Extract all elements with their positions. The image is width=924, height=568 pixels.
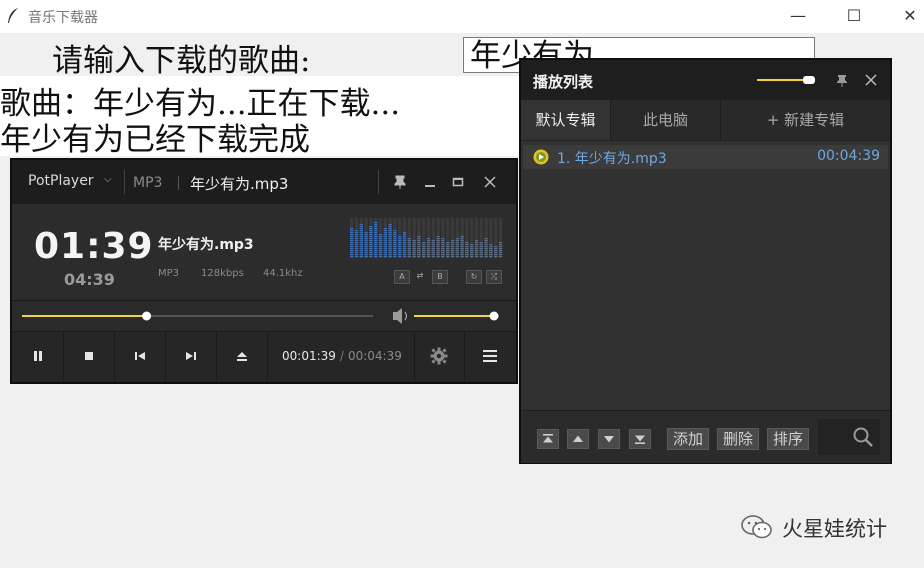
- gear-icon: [430, 347, 448, 365]
- wechat-icon: [741, 515, 772, 539]
- move-down-button[interactable]: [598, 429, 620, 449]
- equalizer-visualizer: [350, 218, 503, 258]
- playlist-title: 播放列表: [533, 73, 594, 91]
- maximize-button[interactable]: [446, 170, 470, 194]
- settings-button[interactable]: [414, 332, 464, 382]
- stop-button[interactable]: [65, 332, 115, 382]
- potplayer-header: PotPlayer ⌵ MP3 年少有为.mp3: [12, 160, 516, 204]
- meta-format: MP3: [158, 268, 180, 279]
- move-top-button[interactable]: [537, 429, 559, 449]
- close-icon: [484, 176, 496, 188]
- tab-default-album[interactable]: 默认专辑: [521, 100, 611, 140]
- feather-icon: [8, 8, 18, 23]
- previous-button[interactable]: [116, 332, 166, 382]
- move-up-button[interactable]: [567, 429, 589, 449]
- loop-icon[interactable]: ↻: [466, 270, 482, 284]
- total-time: 04:39: [64, 270, 115, 289]
- pin-icon: [394, 175, 406, 189]
- stop-icon: [85, 352, 93, 360]
- now-playing-icon: [533, 149, 549, 165]
- watermark-text: 火星娃统计: [782, 517, 887, 541]
- file-name: 年少有为.mp3: [190, 175, 289, 193]
- move-up-icon: [573, 435, 583, 442]
- menu-button[interactable]: [464, 332, 514, 382]
- now-playing-panel: 01:39 04:39 年少有为.mp3 MP3 128kbps 44.1khz…: [12, 204, 516, 300]
- list-item[interactable]: 1. 年少有为.mp3 00:04:39: [523, 145, 888, 169]
- seek-controls: [22, 308, 499, 324]
- delete-button[interactable]: 删除: [717, 428, 760, 450]
- minimize-icon: [425, 185, 435, 187]
- minimize-button[interactable]: [418, 170, 442, 194]
- playback-time-total: 00:04:39: [347, 349, 402, 363]
- playlist-footer: 添加 删除 排序: [521, 410, 890, 463]
- track-title: 年少有为.mp3: [158, 237, 254, 253]
- pin-button[interactable]: [388, 170, 412, 194]
- list-item-title: 1. 年少有为.mp3: [557, 151, 667, 167]
- next-icon: [186, 352, 196, 360]
- current-time: 01:39: [34, 226, 154, 267]
- sort-button[interactable]: 排序: [767, 428, 810, 450]
- tab-this-pc[interactable]: 此电脑: [611, 100, 721, 140]
- move-bottom-icon: [635, 435, 645, 444]
- transport-controls: 00:01:39/00:04:39: [12, 332, 516, 382]
- menu-icon: [483, 350, 497, 362]
- eject-button[interactable]: [218, 332, 268, 382]
- search-button[interactable]: [818, 419, 880, 455]
- chevron-down-icon[interactable]: ⌵: [104, 174, 112, 185]
- playback-time: 00:01:39/00:04:39: [282, 349, 402, 363]
- add-button[interactable]: 添加: [667, 428, 710, 450]
- maximize-icon: [452, 177, 464, 187]
- pause-button[interactable]: [14, 332, 64, 382]
- move-top-icon: [543, 434, 553, 443]
- next-button[interactable]: [167, 332, 217, 382]
- b-button[interactable]: B: [432, 270, 448, 284]
- close-button[interactable]: ✕: [890, 4, 924, 28]
- playlist-tabs: 默认专辑 此电脑 + 新建专辑: [521, 100, 890, 141]
- close-button[interactable]: [478, 170, 502, 194]
- meta-samplerate: 44.1khz: [263, 268, 303, 279]
- eject-icon: [237, 352, 247, 361]
- time-separator: /: [339, 349, 344, 363]
- potplayer-menu[interactable]: PotPlayer: [28, 173, 94, 189]
- search-icon: [853, 427, 873, 447]
- opacity-slider[interactable]: [755, 73, 825, 87]
- title-bar: 音乐下载器 — ☐ ✕: [0, 0, 924, 33]
- playlist-window: 播放列表 默认专辑 此电脑 + 新建专辑 1. 年少有为.mp3 00:04:3…: [519, 58, 892, 464]
- pin-icon[interactable]: [835, 73, 849, 87]
- move-bottom-button[interactable]: [629, 429, 651, 449]
- shuffle-icon[interactable]: ⤮: [486, 270, 502, 284]
- divider: [124, 170, 125, 194]
- minimize-button[interactable]: —: [778, 4, 818, 28]
- seek-thumb[interactable]: [142, 311, 152, 321]
- window-title: 音乐下载器: [28, 10, 98, 26]
- meta-bitrate: 128kbps: [201, 268, 244, 279]
- a-button[interactable]: A: [394, 270, 410, 284]
- volume-thumb[interactable]: [489, 311, 499, 321]
- previous-icon: [135, 352, 145, 360]
- move-down-icon: [604, 436, 614, 443]
- repeat-ab-icon[interactable]: ⇄: [413, 270, 427, 282]
- playlist-header: 播放列表: [521, 60, 890, 100]
- status-line-complete: 年少有为已经下载完成: [0, 122, 310, 158]
- divider: [178, 176, 179, 190]
- close-icon[interactable]: [865, 74, 877, 86]
- potplayer-window: PotPlayer ⌵ MP3 年少有为.mp3 01:39 04:39 年少有…: [10, 158, 518, 384]
- list-item-duration: 00:04:39: [817, 148, 880, 164]
- volume-icon[interactable]: [393, 308, 408, 324]
- pause-icon: [34, 351, 42, 361]
- format-label: MP3: [133, 175, 163, 191]
- tab-new-album[interactable]: + 新建专辑: [721, 100, 890, 140]
- playback-time-current: 00:01:39: [282, 349, 336, 363]
- divider: [378, 170, 379, 194]
- seek-row: [12, 300, 516, 332]
- maximize-button[interactable]: ☐: [834, 4, 874, 28]
- song-prompt-label: 请输入下载的歌曲:: [52, 43, 311, 79]
